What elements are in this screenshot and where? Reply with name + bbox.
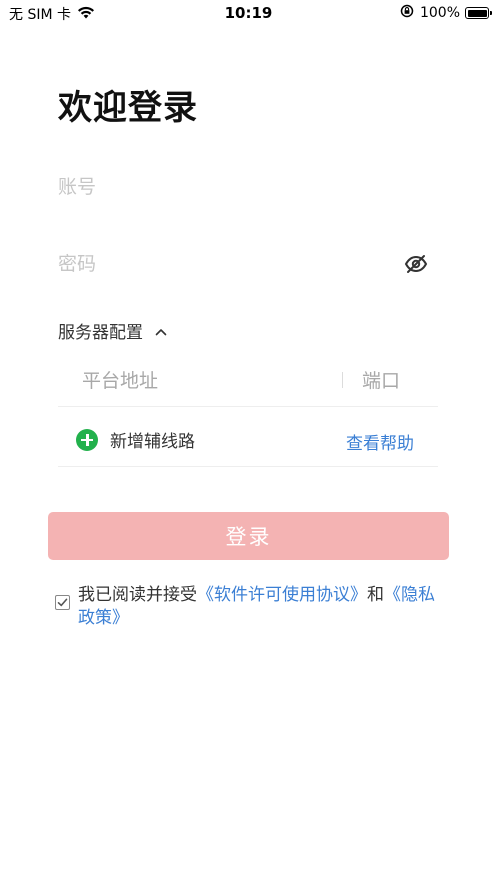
battery-icon bbox=[465, 7, 492, 19]
password-field-wrapper bbox=[58, 244, 438, 284]
add-route-label: 新增辅线路 bbox=[110, 432, 195, 452]
agreement-conjunction: 和 bbox=[367, 585, 384, 605]
chevron-up-icon bbox=[155, 321, 167, 341]
checkbox-checked-icon[interactable] bbox=[55, 595, 70, 610]
add-route-row: 新增辅线路 查看帮助 bbox=[58, 415, 438, 467]
eye-off-icon[interactable] bbox=[404, 252, 428, 276]
account-field-wrapper bbox=[58, 167, 438, 207]
add-route-button[interactable]: 新增辅线路 bbox=[76, 427, 195, 452]
status-right: 100% bbox=[400, 4, 492, 22]
agreement-text: 我已阅读并接受《软件许可使用协议》和《隐私政策》 bbox=[78, 584, 438, 630]
port-input[interactable] bbox=[362, 363, 432, 399]
status-bar: 无 SIM 卡 10:19 100% bbox=[0, 0, 497, 26]
page-title: 欢迎登录 bbox=[58, 88, 198, 128]
license-agreement-link[interactable]: 《软件许可使用协议》 bbox=[197, 585, 367, 605]
battery-percent: 100% bbox=[419, 5, 460, 21]
port-divider bbox=[342, 372, 343, 388]
password-input[interactable] bbox=[58, 244, 438, 284]
server-config-label: 服务器配置 bbox=[58, 323, 143, 343]
server-address-row bbox=[58, 355, 438, 407]
server-config-toggle[interactable]: 服务器配置 bbox=[58, 318, 167, 343]
login-button[interactable]: 登录 bbox=[48, 512, 449, 560]
orientation-lock-icon bbox=[400, 4, 414, 22]
platform-address-input[interactable] bbox=[82, 363, 332, 399]
plus-circle-icon bbox=[76, 428, 98, 451]
agreement-prefix: 我已阅读并接受 bbox=[78, 585, 197, 605]
help-link[interactable]: 查看帮助 bbox=[346, 429, 414, 454]
account-input[interactable] bbox=[58, 167, 438, 207]
